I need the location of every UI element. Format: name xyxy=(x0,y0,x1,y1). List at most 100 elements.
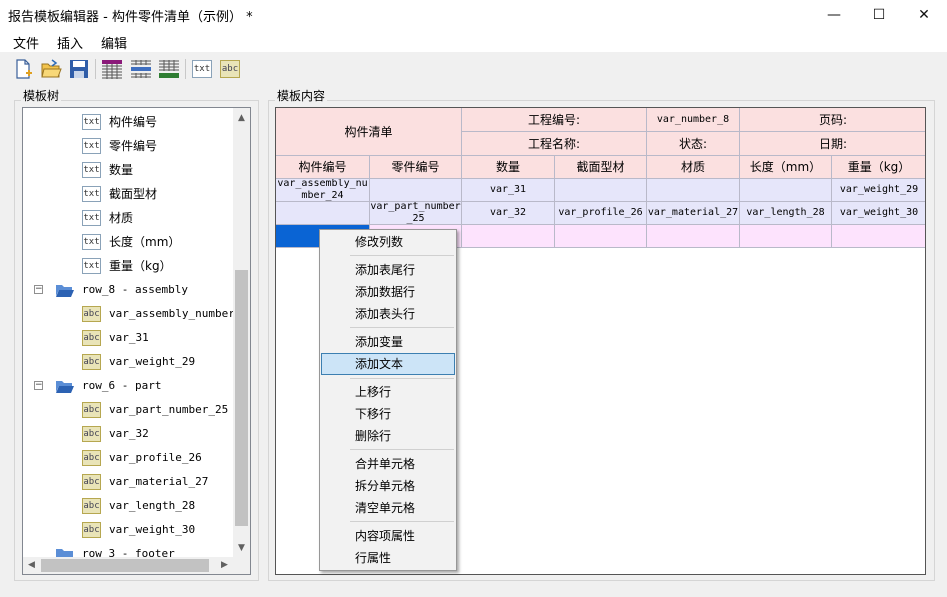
grid-cell[interactable]: var_part_number_25 xyxy=(370,202,462,225)
menu-item-split-cells[interactable]: 拆分单元格 xyxy=(321,475,455,497)
tree-item-label: var_32 xyxy=(109,427,149,440)
menu-item-row-properties[interactable]: 行属性 xyxy=(321,547,455,569)
tree-panel-title: 模板树 xyxy=(21,87,62,104)
grid-cell[interactable] xyxy=(740,225,832,248)
tree-item[interactable]: abc var_part_number_25 xyxy=(23,399,233,421)
grid-cell[interactable] xyxy=(647,179,740,202)
tree-item[interactable]: abc var_31 xyxy=(23,327,233,349)
table-header-icon[interactable] xyxy=(101,58,123,80)
column-header[interactable]: 截面型材 xyxy=(555,156,647,179)
template-tree[interactable]: txt 构件编号 txt 零件编号 txt 数量 txt 截面型材 txt 材质… xyxy=(22,107,251,575)
tree-item[interactable]: txt 零件编号 xyxy=(23,135,233,157)
column-header[interactable]: 零件编号 xyxy=(370,156,462,179)
variable-icon[interactable]: abc xyxy=(220,58,242,80)
table-footer-icon[interactable] xyxy=(158,58,180,80)
menu-item-delete-row[interactable]: 删除行 xyxy=(321,425,455,447)
scroll-thumb[interactable] xyxy=(235,270,248,526)
menu-item-clear-cells[interactable]: 清空单元格 xyxy=(321,497,455,519)
tree-item[interactable]: abc var_assembly_number_2 xyxy=(23,303,248,325)
grid-cell[interactable]: 状态: xyxy=(647,132,740,156)
grid-cell[interactable]: 页码: xyxy=(740,108,925,132)
grid-cell[interactable]: 工程名称: xyxy=(462,132,647,156)
scroll-left-icon[interactable]: ◀ xyxy=(23,557,40,574)
scroll-thumb[interactable] xyxy=(41,559,209,572)
grid-cell[interactable] xyxy=(555,225,647,248)
tree-item[interactable]: abc var_32 xyxy=(23,423,233,445)
variable-item-icon: abc xyxy=(82,522,101,538)
variable-item-icon: abc xyxy=(82,474,101,490)
grid-cell[interactable]: 工程编号: xyxy=(462,108,647,132)
tree-item[interactable]: txt 截面型材 xyxy=(23,183,233,205)
menu-insert[interactable]: 插入 xyxy=(57,33,83,52)
menu-item-add-text[interactable]: 添加文本 xyxy=(321,353,455,375)
grid-cell[interactable] xyxy=(740,179,832,202)
tree-node-row-8[interactable]: − row_8 - assembly xyxy=(23,279,233,301)
column-header[interactable]: 材质 xyxy=(647,156,740,179)
grid-cell[interactable]: var_number_8 xyxy=(647,108,740,132)
menu-edit[interactable]: 编辑 xyxy=(101,33,127,52)
tree-horizontal-scrollbar[interactable]: ◀ ▶ xyxy=(23,557,250,574)
menu-item-move-down[interactable]: 下移行 xyxy=(321,403,455,425)
variable-item-icon: abc xyxy=(82,354,101,370)
save-icon[interactable] xyxy=(68,58,90,80)
grid-cell[interactable]: var_profile_26 xyxy=(555,202,647,225)
tree-node-row-6[interactable]: − row_6 - part xyxy=(23,375,233,397)
grid-cell[interactable]: var_weight_29 xyxy=(832,179,925,202)
tree-item[interactable]: txt 构件编号 xyxy=(23,111,233,133)
grid-cell[interactable]: var_material_27 xyxy=(647,202,740,225)
menu-item-content-properties[interactable]: 内容项属性 xyxy=(321,525,455,547)
grid-cell[interactable] xyxy=(462,225,555,248)
close-button[interactable]: ✕ xyxy=(901,0,947,30)
text-icon[interactable]: txt xyxy=(192,58,214,80)
new-file-icon[interactable] xyxy=(12,58,34,80)
title-bar: 报告模板编辑器 - 构件零件清单（示例） * — ☐ ✕ xyxy=(0,0,947,30)
tree-item[interactable]: txt 长度（mm） xyxy=(23,231,233,253)
tree-vertical-scrollbar[interactable]: ▲ ▼ xyxy=(233,108,250,559)
collapse-icon[interactable]: − xyxy=(34,381,43,390)
grid-cell[interactable]: var_weight_30 xyxy=(832,202,925,225)
scroll-right-icon[interactable]: ▶ xyxy=(216,557,233,574)
grid-cell[interactable] xyxy=(276,202,370,225)
grid-cell[interactable] xyxy=(555,179,647,202)
tree-item[interactable]: abc var_weight_30 xyxy=(23,519,233,541)
table-rows-icon[interactable] xyxy=(130,58,152,80)
column-header[interactable]: 长度（mm） xyxy=(740,156,832,179)
column-header[interactable]: 重量（kg） xyxy=(832,156,925,179)
tree-item[interactable]: abc var_weight_29 xyxy=(23,351,233,373)
grid-cell[interactable]: var_32 xyxy=(462,202,555,225)
grid-cell[interactable] xyxy=(832,225,925,248)
menu-item-add-footer-row[interactable]: 添加表尾行 xyxy=(321,259,455,281)
scroll-up-icon[interactable]: ▲ xyxy=(233,110,250,127)
grid-cell[interactable]: var_assembly_number_24 xyxy=(276,179,370,202)
menu-item-add-data-row[interactable]: 添加数据行 xyxy=(321,281,455,303)
collapse-icon[interactable]: − xyxy=(34,285,43,294)
grid-cell[interactable] xyxy=(647,225,740,248)
tree-item[interactable]: abc var_length_28 xyxy=(23,495,233,517)
grid-cell[interactable]: var_31 xyxy=(462,179,555,202)
scroll-down-icon[interactable]: ▼ xyxy=(233,540,250,557)
menu-item-add-variable[interactable]: 添加变量 xyxy=(321,331,455,353)
window-title: 报告模板编辑器 - 构件零件清单（示例） * xyxy=(8,10,253,25)
maximize-button[interactable]: ☐ xyxy=(856,0,902,30)
column-header[interactable]: 数量 xyxy=(462,156,555,179)
grid-cell[interactable]: var_length_28 xyxy=(740,202,832,225)
menu-file[interactable]: 文件 xyxy=(13,33,39,52)
column-header[interactable]: 构件编号 xyxy=(276,156,370,179)
tree-item[interactable]: txt 重量（kg） xyxy=(23,255,233,277)
grid-cell[interactable] xyxy=(370,179,462,202)
variable-item-icon: abc xyxy=(82,426,101,442)
grid-cell[interactable]: 日期: xyxy=(740,132,925,156)
minimize-button[interactable]: — xyxy=(811,0,857,30)
tree-item-label: var_weight_30 xyxy=(109,523,196,536)
menu-item-merge-cells[interactable]: 合并单元格 xyxy=(321,453,455,475)
menu-item-move-up[interactable]: 上移行 xyxy=(321,381,455,403)
tree-item[interactable]: txt 材质 xyxy=(23,207,233,229)
tree-item[interactable]: abc var_profile_26 xyxy=(23,447,233,469)
grid-title-cell[interactable]: 构件清单 xyxy=(276,108,462,156)
tree-item[interactable]: abc var_material_27 xyxy=(23,471,233,493)
content-panel-title: 模板内容 xyxy=(275,87,328,104)
menu-item-add-header-row[interactable]: 添加表头行 xyxy=(321,303,455,325)
menu-item-change-columns[interactable]: 修改列数 xyxy=(321,231,455,253)
tree-item[interactable]: txt 数量 xyxy=(23,159,233,181)
open-folder-icon[interactable] xyxy=(40,58,62,80)
